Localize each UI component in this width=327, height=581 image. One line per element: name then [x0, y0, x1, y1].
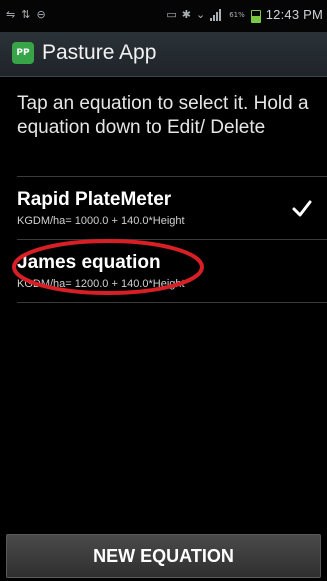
app-action-bar: PP Pasture App: [0, 32, 327, 77]
transfer-icon: ⇅: [21, 8, 31, 21]
equation-formula: KGDM/ha= 1000.0 + 140.0*Height: [17, 215, 185, 227]
battery-icon: [250, 8, 261, 23]
nfc-icon: ▭: [166, 7, 177, 21]
usb-icon: ⇋: [6, 8, 16, 21]
status-bar: ⇋ ⇅ ⊖ ▭ ✱ ⌄ 61% 12:43 PM: [0, 0, 327, 32]
app-title: Pasture App: [42, 41, 157, 64]
app-logo-icon[interactable]: PP: [12, 42, 34, 64]
instructions-text: Tap an equation to select it. Hold a equ…: [17, 93, 309, 138]
bluetooth-icon: ✱: [181, 7, 191, 21]
sync-icon: ⊖: [36, 8, 46, 21]
equation-item-rapid-platemeter[interactable]: Rapid PlateMeter KGDM/ha= 1000.0 + 140.0…: [17, 176, 327, 239]
new-equation-button[interactable]: NEW EQUATION: [6, 534, 321, 578]
checkmark-icon: [292, 200, 312, 217]
status-bar-left-icons: ⇋ ⇅ ⊖: [6, 8, 46, 22]
signal-icon: [210, 8, 224, 21]
equation-name: Rapid PlateMeter: [17, 189, 172, 210]
wifi-icon: ⌄: [195, 7, 206, 21]
highlight-ellipse: [12, 239, 204, 295]
status-bar-right-icons: ▭ ✱ ⌄ 61% 12:43 PM: [166, 7, 323, 23]
status-time: 12:43 PM: [265, 7, 323, 22]
battery-percent: 61%: [229, 10, 245, 19]
